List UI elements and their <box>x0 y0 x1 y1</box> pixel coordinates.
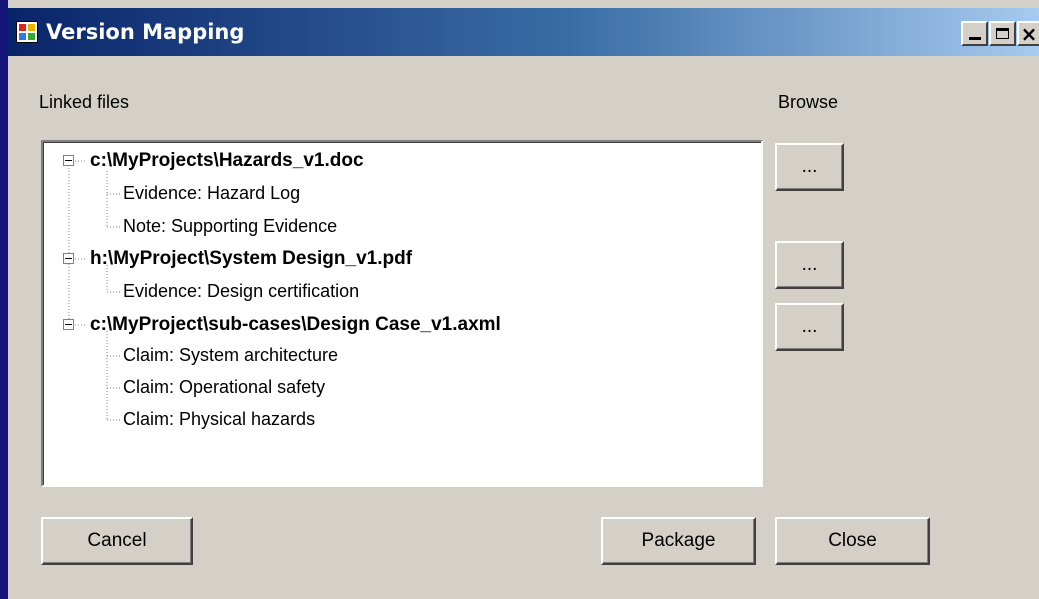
close-icon: × <box>1020 21 1038 46</box>
linked-files-label: Linked files <box>39 92 130 112</box>
cancel-button[interactable]: Cancel <box>41 517 193 565</box>
tree-node-child[interactable]: Evidence: Hazard Log <box>123 183 300 204</box>
tree-node-file[interactable]: h:\MyProject\System Design_v1.pdf <box>90 248 412 270</box>
tree-node-file[interactable]: c:\MyProjects\Hazards_v1.doc <box>90 150 364 172</box>
minimize-icon <box>968 37 981 40</box>
maximize-button[interactable] <box>989 21 1016 46</box>
tree-node-child[interactable]: Note: Supporting Evidence <box>123 216 337 237</box>
maximize-icon <box>996 28 1009 39</box>
collapse-toggle[interactable] <box>63 319 74 330</box>
tree-node-child[interactable]: Evidence: Design certification <box>123 281 359 302</box>
collapse-toggle[interactable] <box>63 155 74 166</box>
browse-button-1[interactable]: ... <box>775 143 844 191</box>
tree-node-child[interactable]: Claim: System architecture <box>123 345 338 366</box>
package-button[interactable]: Package <box>601 517 756 565</box>
browse-button-3[interactable]: ... <box>775 303 844 351</box>
app-icon <box>16 21 38 43</box>
collapse-toggle[interactable] <box>63 253 74 264</box>
browse-button-2[interactable]: ... <box>775 241 844 289</box>
close-window-button[interactable]: × <box>1017 21 1039 46</box>
version-mapping-window: Version Mapping × Linked files Browse c:… <box>8 0 1039 599</box>
minimize-button[interactable] <box>961 21 988 46</box>
close-button[interactable]: Close <box>775 517 930 565</box>
tree-node-child[interactable]: Claim: Operational safety <box>123 377 325 398</box>
window-title: Version Mapping <box>46 20 245 44</box>
linked-files-tree[interactable]: c:\MyProjects\Hazards_v1.doc Evidence: H… <box>41 140 763 487</box>
title-bar[interactable]: Version Mapping × <box>8 8 1039 56</box>
tree-node-child[interactable]: Claim: Physical hazards <box>123 409 315 430</box>
tree-node-file[interactable]: c:\MyProject\sub-cases\Design Case_v1.ax… <box>90 314 501 336</box>
browse-label: Browse <box>778 92 839 112</box>
